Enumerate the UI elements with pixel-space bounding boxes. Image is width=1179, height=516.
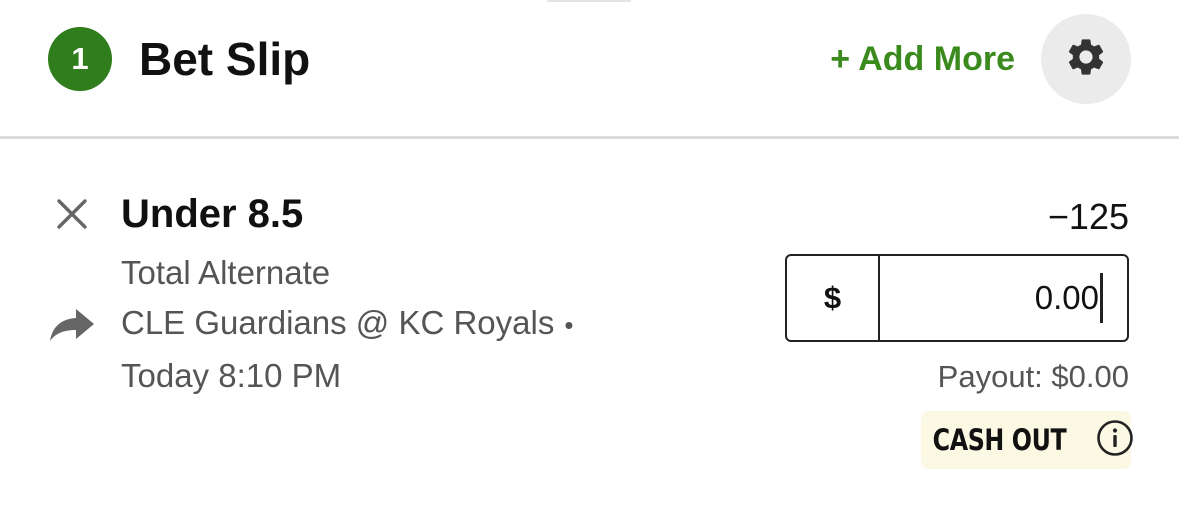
bet-event: CLE Guardians @ KC Royals • [121,303,573,345]
add-more-button[interactable]: + Add More [830,38,1015,80]
share-button[interactable] [48,307,96,343]
bet-slip-panel: 1 Bet Slip + Add More Under 8.5 Total Al… [0,0,1179,516]
event-separator: • [564,310,574,340]
event-name: CLE Guardians @ KC Royals [121,304,555,341]
wager-input[interactable]: $ 0.00 [785,254,1129,342]
info-icon[interactable] [1096,419,1134,462]
event-time: Today 8:10 PM [121,357,342,394]
bet-odds: −125 [1047,196,1129,237]
wager-amount-field[interactable]: 0.00 [880,256,1127,340]
bet-market: Total Alternate [121,254,331,291]
cash-out-badge[interactable]: CASH OUT [921,411,1134,469]
bet-selection: Under 8.5 [121,192,304,236]
page-title: Bet Slip [139,33,311,85]
wager-amount-value: 0.00 [1034,279,1099,316]
gear-icon [1064,35,1108,84]
payout-text: Payout: $0.00 [937,359,1129,394]
share-arrow-icon [48,309,96,347]
cash-out-label: CASH OUT [932,423,1066,457]
bet-count-badge: 1 [48,27,112,91]
bet-slip-header: 1 Bet Slip + Add More [0,0,1179,139]
settings-button[interactable] [1041,14,1131,104]
remove-bet-button[interactable] [54,196,90,232]
text-caret [1100,273,1103,323]
close-icon [54,199,90,236]
currency-symbol: $ [787,256,880,340]
